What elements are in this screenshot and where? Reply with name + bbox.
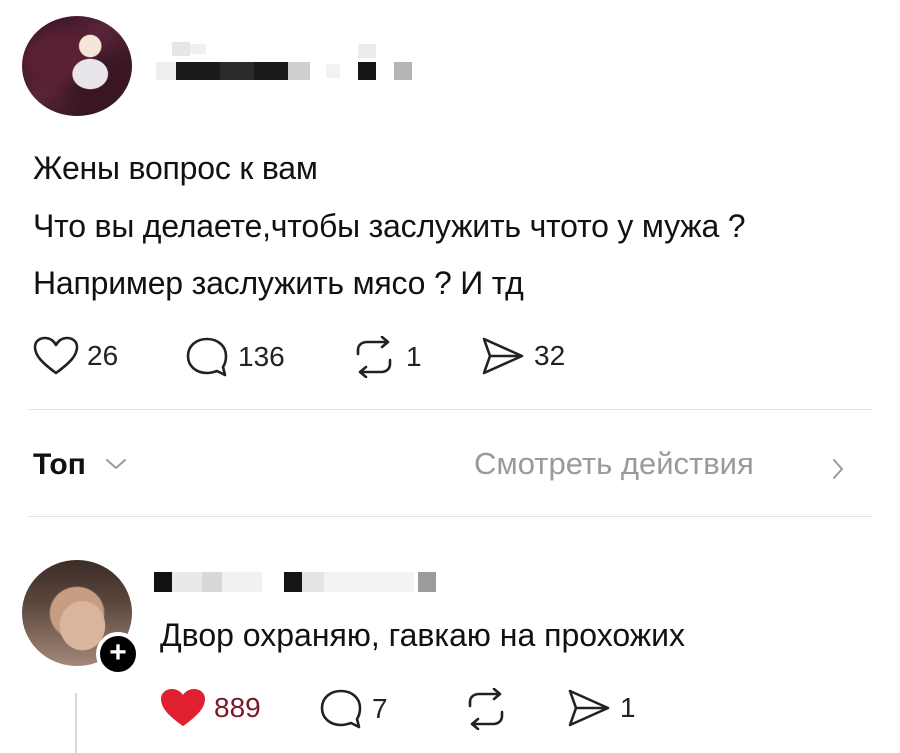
post-comment-count: 136 (238, 341, 285, 372)
reply-like-button[interactable]: 889 (160, 688, 261, 728)
post-like-button[interactable]: 26 (33, 336, 118, 376)
thread-line (75, 693, 77, 753)
post-author-username-redacted[interactable] (150, 36, 430, 86)
share-icon (482, 337, 524, 375)
post-text-line-3: Например заслужить мясо ? И тд (33, 265, 524, 301)
post-text-line-1: Жены вопрос к вам (33, 150, 318, 186)
repost-icon (356, 336, 392, 378)
reply-share-count: 1 (620, 692, 636, 723)
comment-icon (320, 689, 362, 729)
post-share-button[interactable]: 32 (480, 336, 565, 376)
reply-repost-button[interactable] (462, 688, 510, 730)
follow-button[interactable]: + (96, 632, 140, 676)
post-comment-button[interactable]: 136 (184, 336, 285, 378)
post-repost-count: 1 (406, 341, 422, 372)
reply-text: Двор охраняю, гавкаю на прохожих (160, 617, 686, 653)
repost-icon (468, 688, 504, 730)
post-like-count: 26 (87, 340, 119, 371)
reply-author-username-redacted[interactable] (150, 566, 440, 596)
heart-icon (33, 336, 79, 375)
heart-icon (161, 689, 205, 726)
reply-comment-count: 7 (372, 693, 388, 724)
post-repost-button[interactable]: 1 (350, 336, 422, 378)
replies-sort-dropdown-label[interactable]: Топ (33, 448, 86, 482)
share-icon (568, 689, 610, 727)
divider (28, 516, 872, 517)
chevron-right-icon[interactable] (830, 457, 846, 481)
reply-like-count: 889 (214, 692, 261, 723)
post-author-avatar[interactable] (22, 16, 132, 116)
plus-icon: + (109, 635, 127, 669)
reply-share-button[interactable]: 1 (566, 688, 636, 728)
comment-icon (186, 337, 228, 377)
reply-comment-button[interactable]: 7 (318, 688, 388, 730)
view-activity-link[interactable]: Смотреть действия (474, 446, 754, 482)
post-text-line-2: Что вы делаете,чтобы заслужить чтото у м… (33, 208, 746, 244)
chevron-down-icon[interactable] (104, 456, 128, 472)
divider (28, 409, 872, 410)
post-share-count: 32 (534, 340, 566, 371)
